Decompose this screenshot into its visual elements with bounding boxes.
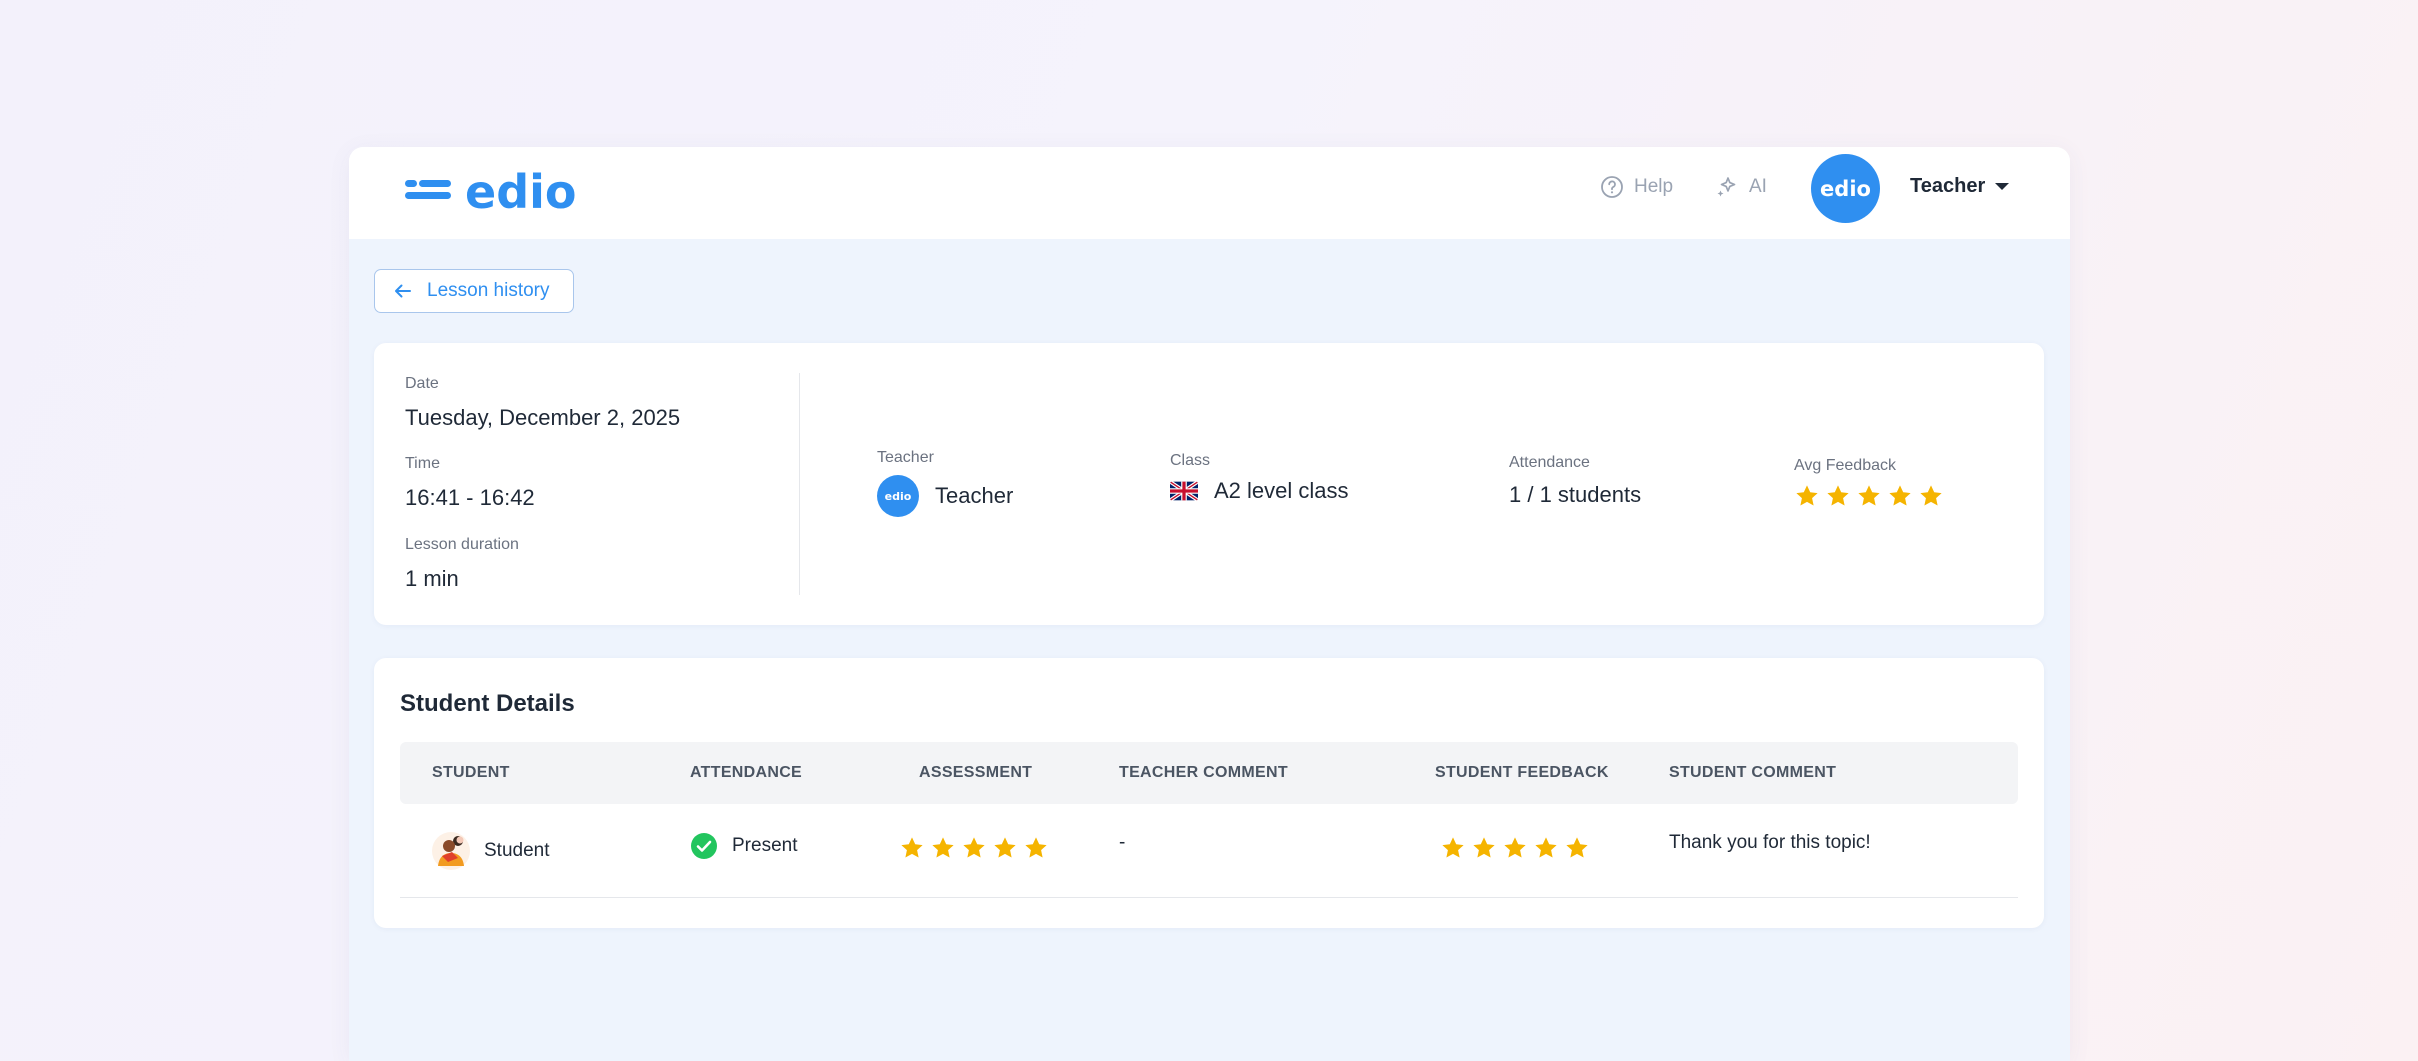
student-comment: Thank you for this topic! <box>1669 832 1871 853</box>
teacher-value: Teacher <box>935 483 1014 508</box>
student-avatar <box>432 832 470 870</box>
star-icon <box>963 837 985 858</box>
logo-text: edio <box>465 165 577 219</box>
teacher-avatar: edio <box>877 475 919 517</box>
attendance-field: Attendance 1 / 1 students <box>1509 454 1641 508</box>
col-student-comment: STUDENT COMMENT <box>1669 764 1837 781</box>
attendance-cell: Present <box>690 832 797 860</box>
attendance-value: 1 / 1 students <box>1509 482 1642 507</box>
teacher-label: Teacher <box>877 449 934 466</box>
star-icon <box>1796 485 1818 506</box>
chevron-down-icon <box>1995 183 2010 190</box>
help-label: Help <box>1634 176 1674 197</box>
student-details-card: Student Details STUDENT ATTENDANCE ASSES… <box>374 658 2044 928</box>
teacher-comment-cell: - <box>1119 832 1125 854</box>
feedback-stars <box>1440 835 1590 861</box>
student-name: Student <box>484 840 550 861</box>
teacher-field: Teacher edio Teacher <box>877 449 1013 517</box>
arrow-left-icon <box>395 284 411 298</box>
top-bar: edio Help AI edio Teacher <box>349 147 2070 239</box>
avg-feedback-field: Avg Feedback <box>1794 457 1944 509</box>
col-student-feedback: STUDENT FEEDBACK <box>1435 764 1609 781</box>
star-icon <box>1473 837 1495 858</box>
help-link[interactable]: Help <box>1600 175 1673 199</box>
star-icon <box>1566 837 1588 858</box>
star-icon <box>994 837 1016 858</box>
table-row[interactable]: Student Present - Thank you for this top… <box>400 804 2018 898</box>
lesson-history-label: Lesson history <box>427 280 550 301</box>
star-icon <box>1504 837 1526 858</box>
avg-feedback-label: Avg Feedback <box>1794 457 1896 474</box>
student-comment-cell: Thank you for this topic! <box>1669 832 1871 854</box>
app-window: edio Help AI edio Teacher Lesson history… <box>349 147 2070 1061</box>
lesson-summary-card: Date Tuesday, December 2, 2025 Time 16:4… <box>374 343 2044 625</box>
star-icon <box>1442 837 1464 858</box>
duration-label: Lesson duration <box>405 536 519 553</box>
attendance-status: Present <box>732 835 798 856</box>
col-attendance: ATTENDANCE <box>690 764 803 781</box>
teacher-comment: - <box>1119 832 1126 853</box>
col-teacher-comment: TEACHER COMMENT <box>1119 764 1288 781</box>
logo-mark-icon <box>405 180 451 204</box>
duration-value: 1 min <box>405 566 459 591</box>
duration-field: Lesson duration 1 min <box>405 536 519 592</box>
student-cell: Student <box>432 832 550 870</box>
time-value: 16:41 - 16:42 <box>405 485 535 510</box>
sparkle-icon <box>1717 177 1736 197</box>
assessment-stars <box>899 835 1049 861</box>
col-student: STUDENT <box>432 764 510 781</box>
table-header: STUDENT ATTENDANCE ASSESSMENT TEACHER CO… <box>400 742 2018 804</box>
ai-label: AI <box>1749 176 1767 197</box>
class-value: A2 level class <box>1214 478 1349 503</box>
time-field: Time 16:41 - 16:42 <box>405 455 535 511</box>
class-label: Class <box>1170 452 1211 469</box>
attendance-label: Attendance <box>1509 454 1590 471</box>
lesson-history-button[interactable]: Lesson history <box>374 269 574 313</box>
uk-flag-icon <box>1170 481 1198 501</box>
star-icon <box>1025 837 1047 858</box>
time-label: Time <box>405 455 440 472</box>
edio-logo[interactable]: edio <box>405 165 577 219</box>
date-field: Date Tuesday, December 2, 2025 <box>405 375 680 431</box>
star-icon <box>932 837 954 858</box>
ai-link[interactable]: AI <box>1715 175 1767 199</box>
star-icon <box>901 837 923 858</box>
check-circle-icon <box>691 833 717 859</box>
assessment-cell <box>899 835 1049 861</box>
star-icon <box>1827 485 1849 506</box>
help-icon <box>1601 176 1623 198</box>
user-menu-label: Teacher <box>1910 175 1986 197</box>
date-label: Date <box>405 375 439 392</box>
star-icon <box>1535 837 1557 858</box>
class-field: Class A2 level class <box>1170 452 1349 504</box>
section-title: Student Details <box>400 690 575 717</box>
col-assessment: ASSESSMENT <box>919 764 1033 781</box>
star-icon <box>1920 485 1942 506</box>
avg-feedback-stars <box>1794 483 1944 509</box>
star-icon <box>1858 485 1880 506</box>
avatar[interactable]: edio <box>1811 154 1880 223</box>
summary-divider <box>799 373 800 595</box>
student-feedback-cell <box>1440 835 1590 861</box>
date-value: Tuesday, December 2, 2025 <box>405 405 681 430</box>
user-menu-dropdown[interactable]: Teacher <box>1910 175 2010 198</box>
star-icon <box>1889 485 1911 506</box>
